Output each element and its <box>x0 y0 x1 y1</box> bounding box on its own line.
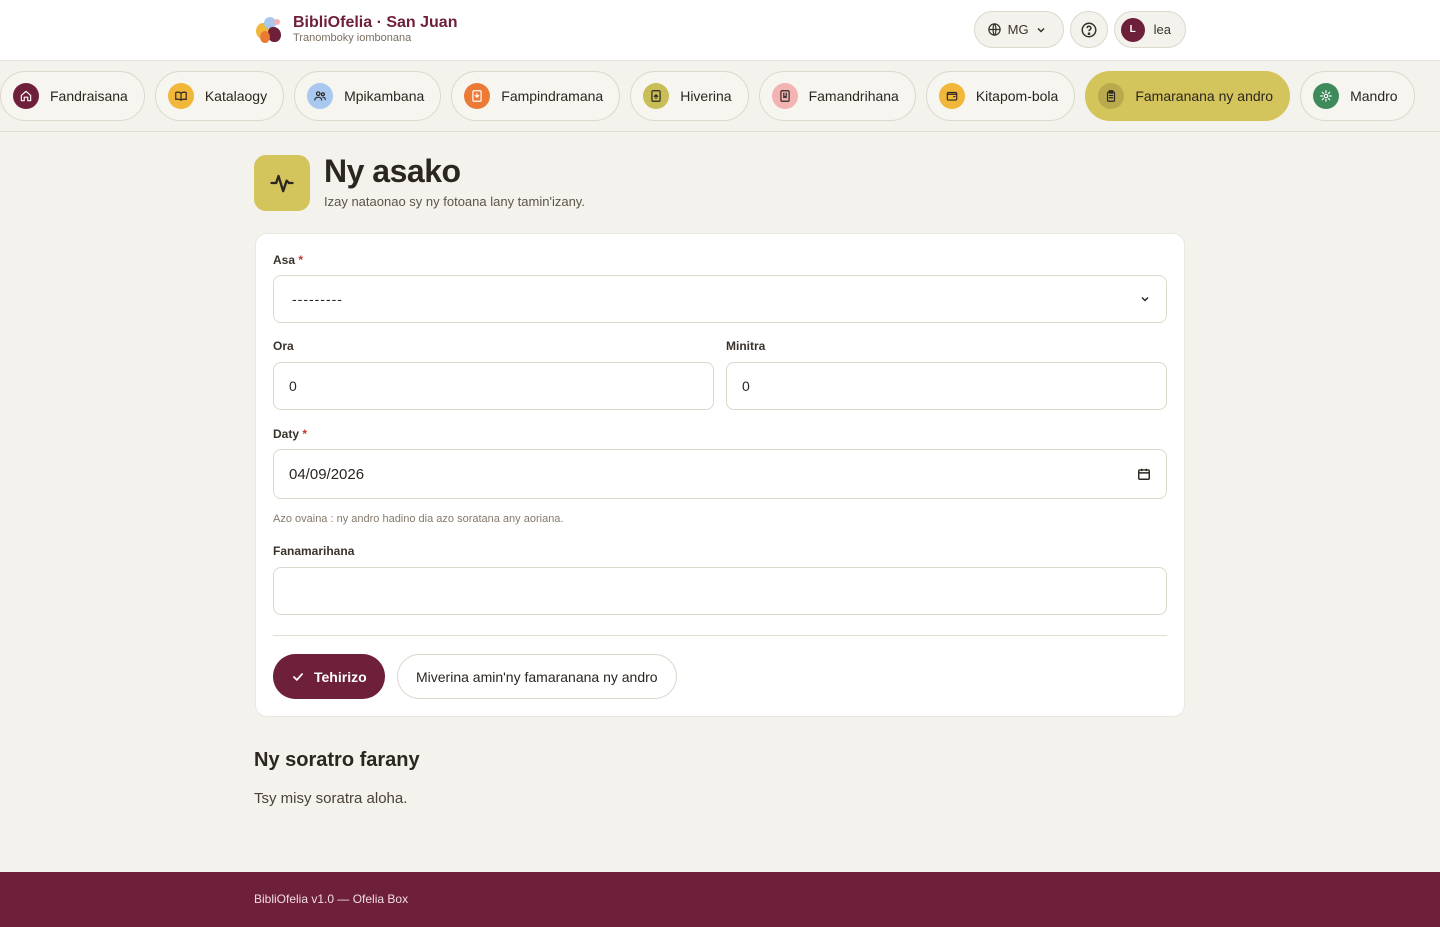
nav-item-hiverina[interactable]: Hiverina <box>630 71 749 121</box>
minutes-label: Minitra <box>726 339 766 353</box>
gear-icon <box>1313 83 1340 109</box>
date-input[interactable]: 04/09/2026 <box>273 449 1167 499</box>
nav-item-famandrihana[interactable]: Famandrihana <box>758 71 916 121</box>
nav-item-fandraisana[interactable]: Fandraisana <box>0 71 145 121</box>
activity-icon <box>254 155 310 211</box>
check-icon <box>293 672 303 681</box>
hours-value: 0 <box>289 378 297 394</box>
activity-select-value: --------- <box>292 291 343 307</box>
brand-title: BibliOfelia · San Juan <box>293 14 458 31</box>
nav-item-label: Mpikambana <box>344 88 425 104</box>
help-icon <box>1081 22 1097 37</box>
nav-item-label: Famandrihana <box>808 88 899 104</box>
nav-item-label: Hiverina <box>680 88 732 104</box>
page-header: Ny asako Izay nataonao sy ny fotoana lan… <box>254 153 585 211</box>
avatar: L <box>1120 17 1145 42</box>
nav-item-label: Fandraisana <box>50 88 128 104</box>
page-subtitle: Izay nataonao sy ny fotoana lany tamin'i… <box>324 194 585 209</box>
brand-subtitle: Tranomboky iombonana <box>293 32 412 44</box>
nav-item-label: Fampindramana <box>501 88 604 104</box>
activity-select[interactable]: --------- <box>273 275 1167 323</box>
activity-form: Asa * --------- Ora 0 Minitra 0 Daty * 0… <box>255 233 1185 717</box>
footer-text: BibliOfelia v1.0 — Ofelia Box <box>254 892 409 906</box>
book-download-icon <box>464 83 491 109</box>
form-divider <box>273 635 1167 636</box>
activity-label: Asa * <box>273 253 304 267</box>
hours-input[interactable]: 0 <box>273 362 714 410</box>
user-menu[interactable]: L lea <box>1113 11 1186 48</box>
hours-label: Ora <box>273 339 294 353</box>
back-button-label: Miverina amin'ny famaranana ny andro <box>416 668 658 685</box>
nav-item-label: Mandro <box>1350 88 1398 104</box>
language-selector[interactable]: MG <box>973 11 1064 48</box>
nav-item-famaranana-ny-andro[interactable]: Famaranana ny andro <box>1085 71 1291 121</box>
book-return-icon <box>643 83 670 109</box>
nav-item-mpikambana[interactable]: Mpikambana <box>294 71 442 121</box>
date-label: Daty * <box>273 427 308 441</box>
top-header: BibliOfelia · San Juan Tranomboky iombon… <box>0 0 1440 61</box>
back-to-day-close-button[interactable]: Miverina amin'ny famaranana ny andro <box>397 654 677 699</box>
date-hint: Azo ovaina : ny andro hadino dia azo sor… <box>273 513 564 525</box>
minutes-value: 0 <box>742 378 750 394</box>
recent-entries-title: Ny soratro farany <box>254 749 420 771</box>
chevron-down-icon <box>1037 27 1045 33</box>
nav-item-label: Famaranana ny andro <box>1135 88 1274 104</box>
users-icon <box>307 83 334 109</box>
chevron-down-icon <box>1141 296 1149 302</box>
brand[interactable]: BibliOfelia · San Juan Tranomboky iombon… <box>254 14 457 45</box>
brand-logo-icon <box>254 15 284 45</box>
footer: BibliOfelia v1.0 — Ofelia Box <box>0 872 1440 927</box>
user-name: lea <box>1153 22 1171 37</box>
bookmark-icon <box>771 83 798 109</box>
help-button[interactable] <box>1069 11 1108 48</box>
language-code: MG <box>1007 22 1029 37</box>
save-button[interactable]: Tehirizo <box>273 654 385 699</box>
save-button-label: Tehirizo <box>314 668 367 685</box>
wallet-icon <box>938 83 965 109</box>
nav-item-katalaogy[interactable]: Katalaogy <box>154 71 285 121</box>
nav-item-label: Kitapom-bola <box>975 88 1059 104</box>
nav-item-mandro[interactable]: Mandro <box>1300 71 1415 121</box>
main-nav: Fandraisana Katalaogy Mpikambana Fampindram… <box>0 61 1440 132</box>
nav-item-kitapom-bola[interactable]: Kitapom-bola <box>925 71 1076 121</box>
globe-icon <box>987 23 1001 36</box>
date-value: 04/09/2026 <box>289 465 365 483</box>
notes-input[interactable] <box>273 567 1167 615</box>
recent-entries-empty: Tsy misy soratra aloha. <box>254 790 408 807</box>
book-open-icon <box>167 83 194 109</box>
nav-item-fampindramana[interactable]: Fampindramana <box>451 71 621 121</box>
minutes-input[interactable]: 0 <box>726 362 1167 410</box>
home-icon <box>13 83 39 109</box>
page-title: Ny asako <box>324 153 461 189</box>
nav-item-label: Katalaogy <box>204 88 268 104</box>
clipboard-icon <box>1098 83 1125 109</box>
calendar-icon[interactable] <box>1137 467 1151 481</box>
notes-label: Fanamarihana <box>273 544 355 558</box>
